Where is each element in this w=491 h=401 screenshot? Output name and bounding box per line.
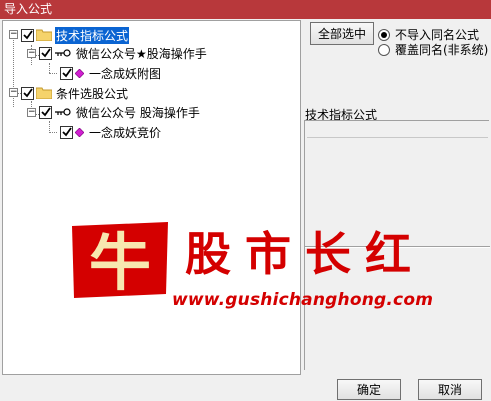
watermark-url: www.gushichanghong.com xyxy=(172,290,434,310)
tree-node-label: 技术指标公式 xyxy=(55,26,130,44)
tree-node-formula-1[interactable]: 一念成妖附图 xyxy=(60,64,162,82)
checkbox[interactable] xyxy=(60,66,73,80)
tree-node-label: 一念成妖竞价 xyxy=(89,125,162,140)
tree-node-tech-formula[interactable]: 技术指标公式 xyxy=(21,26,130,44)
folder-icon xyxy=(36,87,52,99)
radio-overwrite[interactable]: 覆盖同名(非系统) xyxy=(378,41,488,58)
import-formula-dialog: 导入公式 − 技术指标公式 − 微信公众号★股海操作手 一念成妖附图 − 条件选… xyxy=(0,0,491,401)
diamond-icon xyxy=(75,127,84,137)
radio-label: 覆盖同名(非系统) xyxy=(395,43,489,57)
key-icon xyxy=(55,108,71,116)
tree-node-wechat-2[interactable]: 微信公众号 股海操作手 xyxy=(39,103,201,121)
checkbox[interactable] xyxy=(39,46,52,60)
key-icon xyxy=(55,49,71,57)
collapse-toggle[interactable]: − xyxy=(9,30,18,39)
radio-button[interactable] xyxy=(378,43,390,56)
formula-tree[interactable]: − 技术指标公式 − 微信公众号★股海操作手 一念成妖附图 − 条件选股公式 − xyxy=(2,20,301,375)
checkbox[interactable] xyxy=(39,105,52,119)
tree-node-label: 微信公众号★股海操作手 xyxy=(76,46,207,61)
window-title: 导入公式 xyxy=(0,0,491,19)
folder-icon xyxy=(36,29,52,41)
tree-node-stock-select-formula[interactable]: 条件选股公式 xyxy=(21,84,129,102)
collapse-toggle[interactable]: − xyxy=(27,49,36,58)
seal-char: 牛 xyxy=(89,226,151,299)
tree-node-label: 一念成妖附图 xyxy=(89,66,162,81)
ok-button[interactable]: 确定 xyxy=(337,379,401,400)
tree-node-label: 微信公众号 股海操作手 xyxy=(76,105,200,120)
checkbox[interactable] xyxy=(60,125,73,139)
collapse-toggle[interactable]: − xyxy=(27,108,36,117)
select-all-button[interactable]: 全部选中 xyxy=(310,22,374,45)
tree-node-wechat-1[interactable]: 微信公众号★股海操作手 xyxy=(39,44,208,62)
tree-node-formula-2[interactable]: 一念成妖竞价 xyxy=(60,123,162,141)
radio-button[interactable] xyxy=(378,28,390,41)
checkbox[interactable] xyxy=(21,86,34,100)
tree-node-label: 条件选股公式 xyxy=(56,86,129,101)
checkbox[interactable] xyxy=(21,28,34,42)
collapse-toggle[interactable]: − xyxy=(9,88,18,97)
cancel-button[interactable]: 取消 xyxy=(418,379,482,400)
diamond-icon xyxy=(75,68,84,78)
watermark-title: 股市长红 xyxy=(185,227,425,281)
